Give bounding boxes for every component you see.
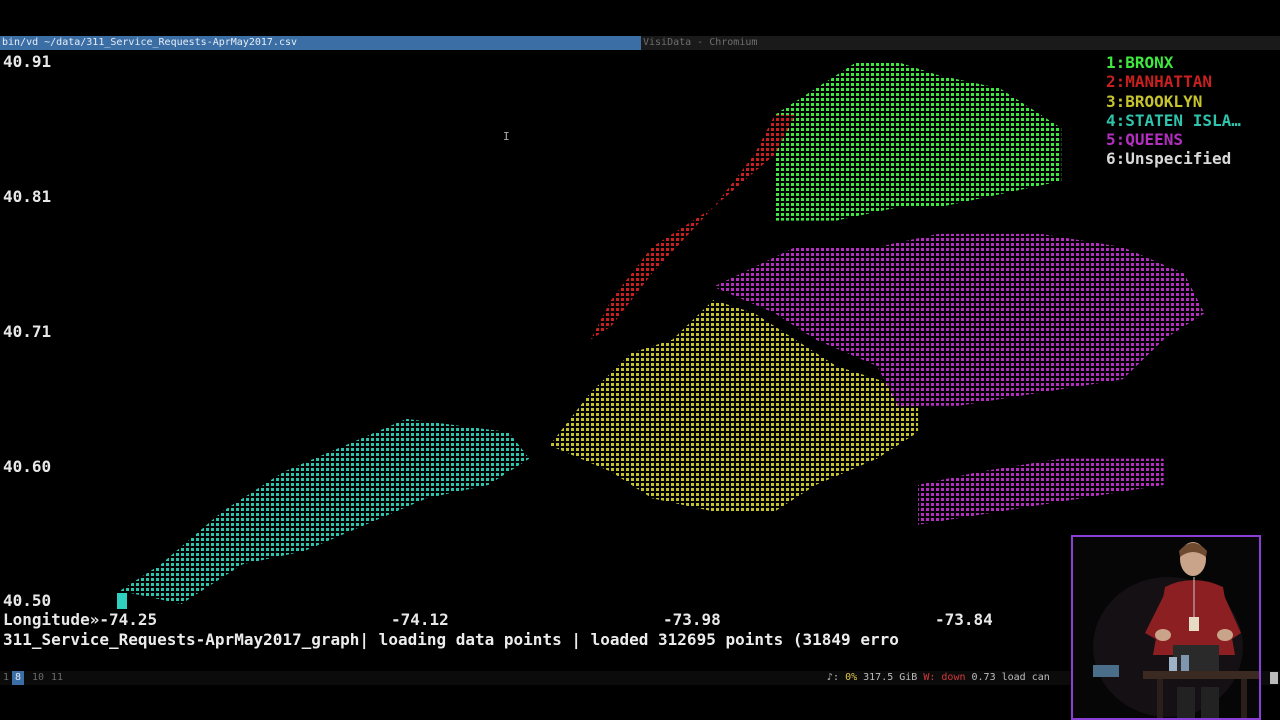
wifi-label: W: [923,672,942,683]
music-icon: ♪: [827,672,846,683]
screen: bin/vd ~/data/311_Service_Requests-AprMa… [0,0,1280,720]
y-tick-label: 40.71 [3,322,52,341]
region-staten-isla-0 [120,418,530,604]
graph-cursor[interactable] [117,593,127,609]
terminal-tab-title[interactable]: bin/vd ~/data/311_Service_Requests-AprMa… [0,36,641,50]
wifi-status: down [941,672,966,683]
region-queens-1 [918,458,1164,525]
speaker-video [1071,535,1261,720]
legend-item-manhattan[interactable]: 2:MANHATTAN [1106,72,1241,91]
y-tick-label: 40.60 [3,457,52,476]
x-tick-label: -73.84 [935,610,993,629]
sheet-name: 311_Service_Requests-AprMay2017_graph| [3,630,370,649]
y-tick-label: 40.50 [3,591,52,610]
tmux-window-tab[interactable]: 11 [48,671,66,685]
cpu-percent: 0% [845,672,858,683]
legend-item-queens[interactable]: 5:QUEENS [1106,130,1241,149]
legend: 1:BRONX 2:MANHATTAN 3:BROOKLYN 4:STATEN … [1106,53,1241,169]
x-tick-label: -74.12 [391,610,449,629]
load-average: 0.73 load [965,672,1032,683]
region-bronx-0 [774,62,1062,221]
scroll-indicator [1270,672,1278,684]
memory-free: 317.5 GiB [857,672,924,683]
status-message: loading data points | loaded 312695 poin… [369,630,899,649]
legend-item-bronx[interactable]: 1:BRONX [1106,53,1241,72]
legend-item-staten-island[interactable]: 4:STATEN ISLA… [1106,111,1241,130]
y-tick-label: 40.81 [3,187,52,206]
legend-item-unspecified[interactable]: 6:Unspecified [1106,149,1241,168]
speaker-image [1073,537,1259,718]
tmux-window-tab-active[interactable]: 8 [12,671,25,685]
legend-item-brooklyn[interactable]: 3:BROOKLYN [1106,92,1241,111]
text-cursor-icon: I [503,130,510,143]
window-titlebar: bin/vd ~/data/311_Service_Requests-AprMa… [0,36,1280,50]
system-status: ♪: 0% 317.5 GiB W: down 0.73 load can [827,671,1050,685]
browser-tab-title[interactable]: VisiData - Chromium [643,36,757,50]
status-tail: can [1031,672,1050,683]
tmux-window-tab[interactable]: 10 [29,671,47,685]
tmux-window-tab[interactable]: 1 [0,671,12,685]
y-tick-label: 40.91 [3,52,52,71]
x-tick-label: Longitude»-74.25 [3,610,158,629]
x-tick-label: -73.98 [663,610,721,629]
status-line: 311_Service_Requests-AprMay2017_graph| l… [3,630,1068,650]
